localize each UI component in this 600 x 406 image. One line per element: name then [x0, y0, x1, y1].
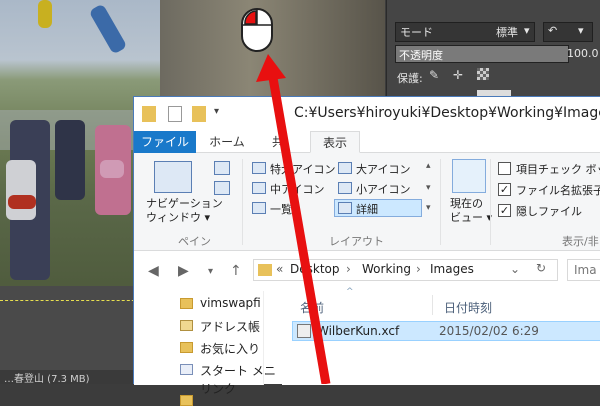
arrow-shaft [267, 71, 331, 384]
mouse-icon [241, 8, 273, 52]
folder-icon [180, 395, 193, 406]
arrow-head-icon [256, 54, 286, 82]
annotation-overlay [256, 54, 331, 384]
